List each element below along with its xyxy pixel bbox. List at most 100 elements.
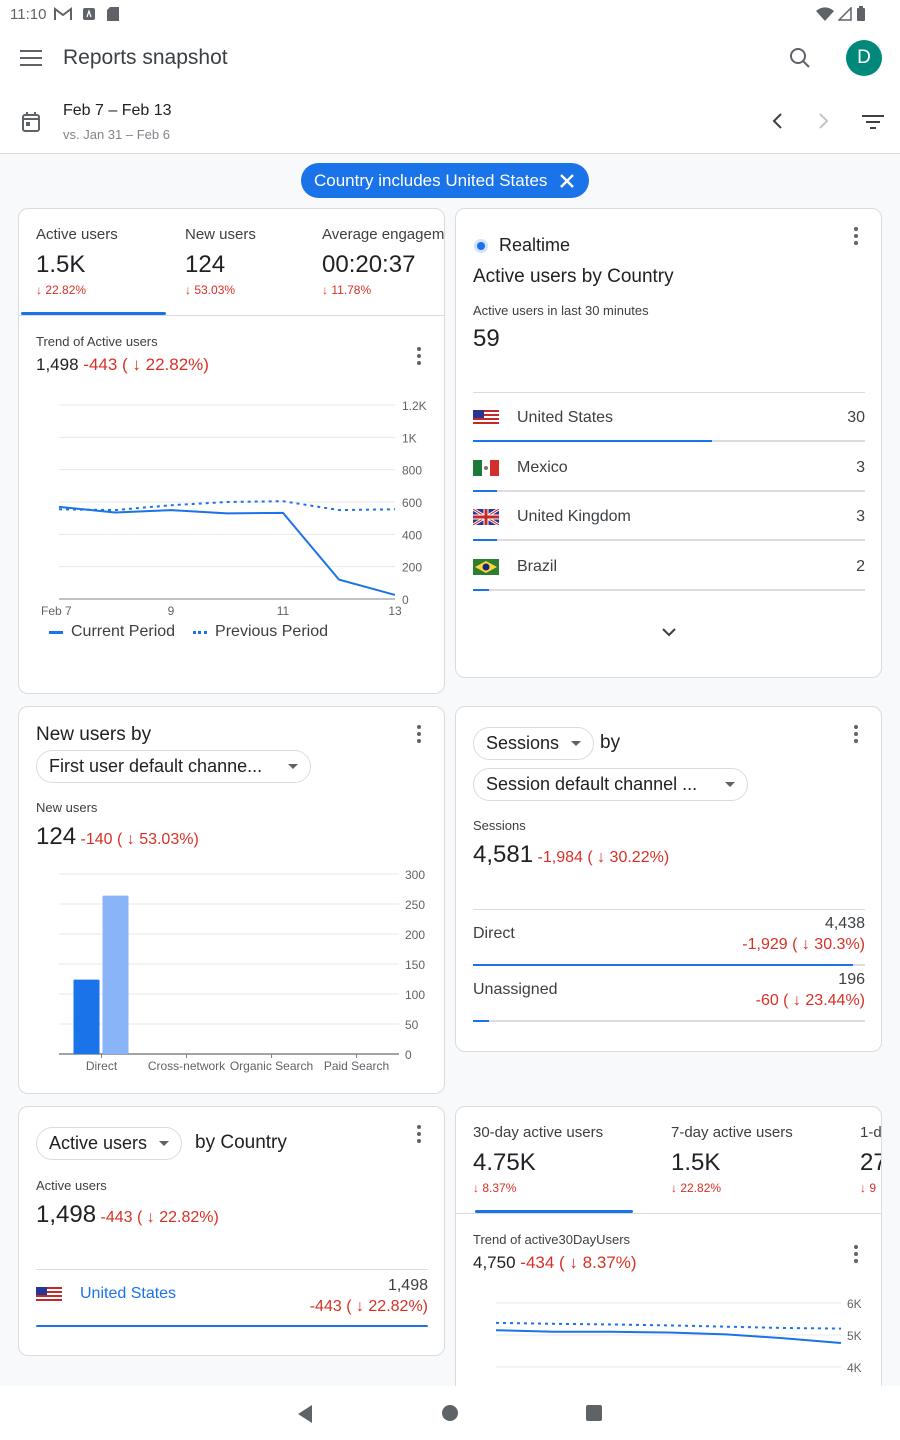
- legend-previous-label: Previous Period: [215, 623, 328, 640]
- br-flag-icon: [473, 558, 499, 575]
- x-tick-label: Organic Search: [230, 1059, 313, 1073]
- country-row[interactable]: Mexico 3: [473, 443, 865, 492]
- status-time: 11:10: [10, 5, 47, 23]
- calendar-icon[interactable]: [22, 112, 40, 132]
- us-flag-icon: [36, 1287, 62, 1303]
- bar-current: [73, 979, 100, 1054]
- metric-change: -443 ( ↓ 22.82%): [100, 1209, 219, 1226]
- active-users-trend-chart: 0 200 400 600 800 1K 1.2K Feb 7 9 11 13: [41, 399, 427, 618]
- dimension-dropdown[interactable]: First user default channe...: [36, 750, 311, 783]
- channel-value: 4,438: [824, 915, 865, 932]
- more-options-icon[interactable]: [407, 344, 431, 368]
- legend-current-label: Current Period: [71, 623, 176, 640]
- date-range[interactable]: Feb 7 – Feb 13: [63, 102, 172, 120]
- country-name: United States: [517, 409, 614, 426]
- channel-row[interactable]: Unassigned 196 -60 ( ↓ 23.44%): [473, 969, 865, 1025]
- y-tick-label: 600: [402, 496, 422, 510]
- tab-new-users[interactable]: New users 124 ↓ 53.03%: [185, 226, 256, 297]
- battery-icon: [857, 6, 865, 21]
- close-icon[interactable]: [559, 173, 575, 189]
- channel-change: -1,929 ( ↓ 30.3%): [742, 936, 865, 953]
- search-icon[interactable]: [788, 46, 812, 70]
- tab-30-day-active-users[interactable]: 30-day active users 4.75K ↓ 8.37%: [473, 1124, 603, 1195]
- tab-active-users[interactable]: Active users 1.5K ↓ 22.82%: [36, 226, 118, 297]
- y-tick-label: 0: [405, 1048, 412, 1062]
- realtime-subtitle: Active users in last 30 minutes: [473, 303, 649, 318]
- metric-change: -140 ( ↓ 53.03%): [80, 831, 199, 848]
- recents-icon[interactable]: [585, 1404, 603, 1422]
- y-tick-label: 4K: [847, 1361, 862, 1375]
- page-title: Reports snapshot: [63, 46, 228, 69]
- chevron-left-icon[interactable]: [770, 112, 786, 130]
- trend-change: -434 ( ↓ 8.37%): [520, 1253, 637, 1272]
- current-period-line: [495, 1329, 842, 1344]
- filter-icon[interactable]: [862, 114, 884, 130]
- trend-title: Trend of active30DayUsers: [473, 1232, 631, 1247]
- x-tick-label: Paid Search: [324, 1059, 389, 1073]
- back-icon[interactable]: [296, 1404, 314, 1424]
- country-row[interactable]: United States 30: [473, 393, 865, 442]
- tab-7-day-active-users[interactable]: 7-day active users 1.5K ↓ 22.82%: [671, 1124, 793, 1195]
- previous-period-line: [58, 500, 396, 512]
- more-options-icon[interactable]: [844, 1242, 868, 1266]
- dimension-dropdown[interactable]: Session default channel ...: [473, 768, 748, 801]
- tab-1-day-active-users[interactable]: 1-d 27 ↓ 9: [860, 1124, 881, 1195]
- country-value: 1,498: [387, 1277, 428, 1294]
- gmail-icon: [54, 7, 73, 20]
- channel-name: Unassigned: [473, 981, 558, 998]
- user-activity-card: 30-day active users 4.75K ↓ 8.37% 7-day …: [455, 1106, 882, 1396]
- app-bar: Reports snapshot D: [0, 28, 900, 90]
- us-flag-icon: [473, 410, 499, 426]
- channel-value: 196: [838, 971, 865, 988]
- x-tick-label: Direct: [86, 1059, 118, 1073]
- divider: [19, 315, 444, 316]
- chevron-right-icon[interactable]: [815, 112, 831, 130]
- dropdown-arrow-icon: [725, 782, 735, 787]
- country-row[interactable]: United States 1,498 -443 ( ↓ 22.82%): [36, 1277, 428, 1327]
- sd-card-icon: [107, 7, 120, 21]
- filter-chip[interactable]: Country includes United States: [301, 163, 590, 198]
- channel-name: Direct: [473, 925, 515, 942]
- metric-dropdown[interactable]: Sessions: [473, 727, 595, 760]
- metric-value: 4,581: [473, 841, 534, 868]
- y-tick-label: 200: [405, 928, 425, 942]
- country-count: 2: [856, 557, 865, 575]
- app-notification-icon: [83, 8, 96, 20]
- avatar[interactable]: D: [846, 40, 882, 76]
- share-bar: [473, 964, 854, 966]
- realtime-badge: Realtime: [499, 235, 571, 255]
- active30day-trend-chart: 4K 5K 6K: [495, 1297, 862, 1375]
- country-row[interactable]: Brazil 2: [473, 542, 865, 591]
- more-options-icon[interactable]: [407, 722, 431, 746]
- country-name-link[interactable]: United States: [80, 1285, 176, 1303]
- home-icon[interactable]: [441, 1404, 459, 1422]
- sessions-by-channel-card: Sessions by Session default channel ... …: [455, 706, 882, 1052]
- card-title: Active users by Country: [473, 266, 674, 287]
- metric-dropdown[interactable]: Active users: [36, 1127, 183, 1160]
- new-users-by-channel-card: New users by First user default channe..…: [18, 706, 445, 1094]
- metric-change: -1,984 ( ↓ 30.22%): [537, 849, 670, 866]
- metric-label: Active users: [36, 1178, 107, 1193]
- divider: [473, 909, 865, 910]
- metric-label: New users: [36, 800, 98, 815]
- country-name: Mexico: [517, 458, 568, 476]
- metric-value: 124: [36, 823, 77, 850]
- by-label: by: [600, 732, 621, 753]
- country-count: 30: [847, 409, 865, 426]
- more-options-icon[interactable]: [844, 722, 868, 746]
- country-name: Brazil: [517, 557, 558, 575]
- chart-legend: Current Period Previous Period: [49, 623, 328, 641]
- country-change: -443 ( ↓ 22.82%): [309, 1298, 428, 1315]
- y-tick-label: 1K: [402, 431, 417, 445]
- menu-icon[interactable]: [20, 50, 42, 66]
- expand-chevron-icon[interactable]: [661, 627, 677, 637]
- more-options-icon[interactable]: [407, 1122, 431, 1146]
- dropdown-arrow-icon: [571, 741, 582, 746]
- share-track: [473, 1020, 865, 1022]
- channel-row[interactable]: Direct 4,438 -1,929 ( ↓ 30.3%): [473, 913, 865, 969]
- y-tick-label: 50: [405, 1018, 419, 1032]
- country-row[interactable]: United Kingdom 3: [473, 492, 865, 541]
- tab-average-engagement[interactable]: Average engagem 00:20:37 ↓ 11.78%: [322, 226, 444, 297]
- by-label: by Country: [195, 1132, 287, 1153]
- more-options-icon[interactable]: [844, 224, 868, 248]
